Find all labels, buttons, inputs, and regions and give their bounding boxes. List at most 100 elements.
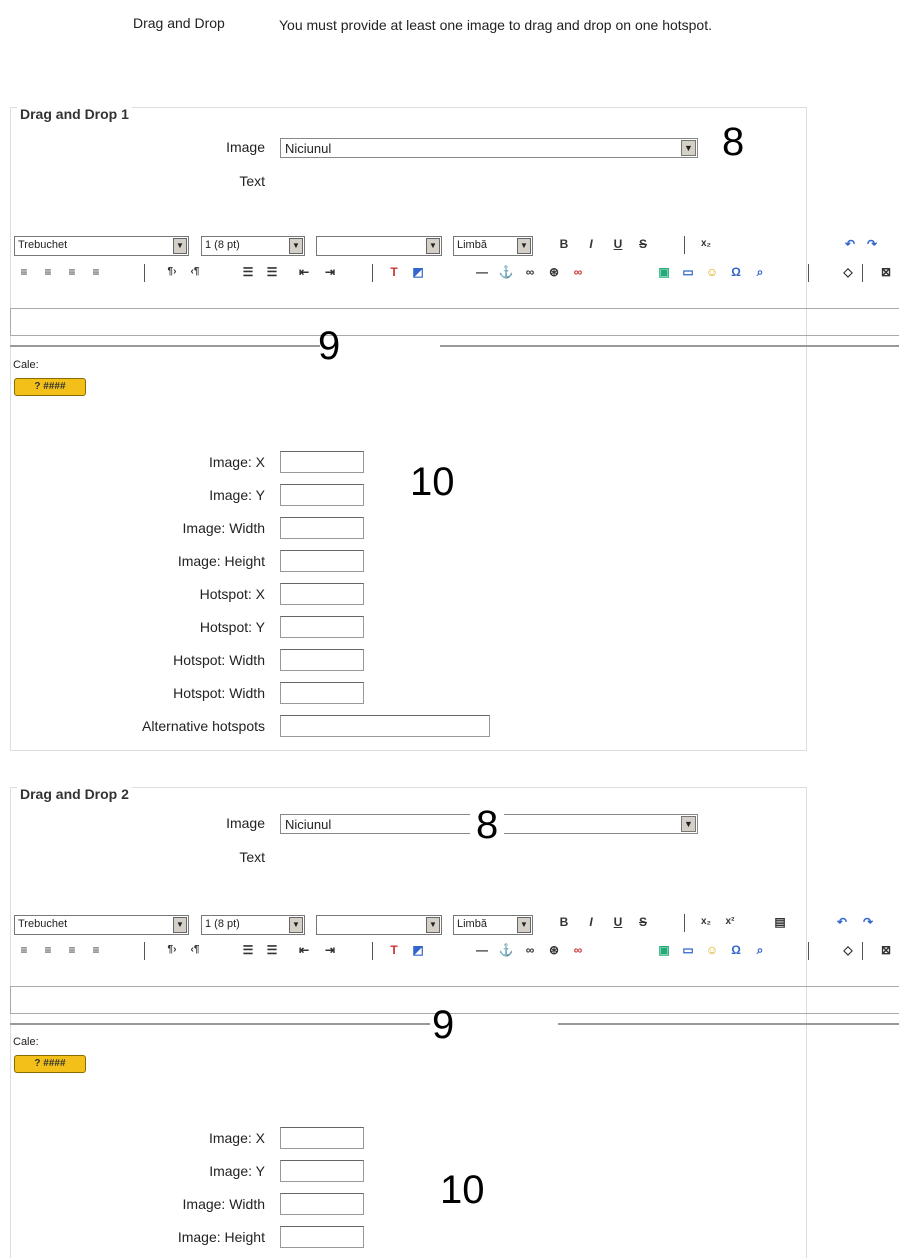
- chevron-down-icon: ▼: [517, 238, 531, 254]
- special-char-icon[interactable]: Ω: [726, 940, 746, 960]
- image-y-input[interactable]: [280, 484, 364, 506]
- justify-icon[interactable]: ≡: [86, 262, 106, 282]
- unlink-icon[interactable]: ∞: [568, 262, 588, 282]
- bold-icon[interactable]: B: [554, 912, 574, 932]
- text-color-icon[interactable]: T: [384, 262, 404, 282]
- help-badge-icon[interactable]: ? ####: [14, 378, 86, 396]
- fullscreen-icon[interactable]: ⊠: [876, 940, 896, 960]
- subscript-icon[interactable]: x₂: [696, 234, 716, 254]
- ltr-icon[interactable]: ¶›: [162, 940, 182, 960]
- horizontal-rule-icon[interactable]: —: [472, 940, 492, 960]
- alternative-hotspots-input[interactable]: [280, 715, 490, 737]
- language-select[interactable]: Limbă ▼: [453, 915, 533, 935]
- smiley-icon[interactable]: ☺: [702, 940, 722, 960]
- image-height-input[interactable]: [280, 550, 364, 572]
- bg-color-icon[interactable]: ◩: [408, 262, 428, 282]
- unlink-icon[interactable]: ∞: [568, 940, 588, 960]
- unordered-list-icon[interactable]: ☰: [262, 262, 282, 282]
- strikethrough-icon[interactable]: S: [633, 234, 653, 254]
- toolbar-separator: [144, 942, 145, 960]
- image-width-input[interactable]: [280, 1193, 364, 1215]
- anchor-icon[interactable]: ⚓: [496, 940, 516, 960]
- font-size-select[interactable]: 1 (8 pt) ▼: [201, 915, 305, 935]
- align-right-icon[interactable]: ≡: [62, 940, 82, 960]
- html-source-icon[interactable]: ◇: [838, 940, 858, 960]
- language-select[interactable]: Limbă ▼: [453, 236, 533, 256]
- special-char-icon[interactable]: Ω: [726, 262, 746, 282]
- superscript-icon[interactable]: x²: [720, 912, 740, 932]
- toolbar-separator: [808, 264, 809, 282]
- font-size-value: 1 (8 pt): [205, 239, 240, 251]
- italic-icon[interactable]: I: [581, 912, 601, 932]
- redo-icon[interactable]: ↷: [862, 234, 882, 254]
- image-y-input[interactable]: [280, 1160, 364, 1182]
- clean-word-icon[interactable]: ▤: [770, 912, 790, 932]
- chevron-down-icon: ▼: [173, 238, 187, 254]
- link-icon[interactable]: ∞: [520, 262, 540, 282]
- rtl-icon[interactable]: ‹¶: [185, 262, 205, 282]
- text-color-icon[interactable]: T: [384, 940, 404, 960]
- language-value: Limbă: [457, 239, 487, 251]
- font-size-select[interactable]: 1 (8 pt) ▼: [201, 236, 305, 256]
- image-height-input[interactable]: [280, 1226, 364, 1248]
- justify-icon[interactable]: ≡: [86, 940, 106, 960]
- bg-color-icon[interactable]: ◩: [408, 940, 428, 960]
- unordered-list-icon[interactable]: ☰: [262, 940, 282, 960]
- bold-icon[interactable]: B: [554, 234, 574, 254]
- align-center-icon[interactable]: ≡: [38, 262, 58, 282]
- font-family-select[interactable]: Trebuchet ▼: [14, 236, 189, 256]
- font-family-select[interactable]: Trebuchet ▼: [14, 915, 189, 935]
- table-icon[interactable]: ▭: [678, 262, 698, 282]
- text-editor-area[interactable]: [10, 308, 899, 336]
- horizontal-rule-icon[interactable]: —: [472, 262, 492, 282]
- nolink-icon[interactable]: ⊛: [544, 940, 564, 960]
- subscript-icon[interactable]: x₂: [696, 912, 716, 932]
- html-source-icon[interactable]: ◇: [838, 262, 858, 282]
- table-icon[interactable]: ▭: [678, 940, 698, 960]
- align-right-icon[interactable]: ≡: [62, 262, 82, 282]
- image-icon[interactable]: ▣: [654, 940, 674, 960]
- link-icon[interactable]: ∞: [520, 940, 540, 960]
- paragraph-style-select[interactable]: ▼: [316, 915, 442, 935]
- outdent-icon[interactable]: ⇤: [294, 940, 314, 960]
- text-editor-area[interactable]: [10, 986, 899, 1014]
- nolink-icon[interactable]: ⊛: [544, 262, 564, 282]
- hotspot-height-input[interactable]: [280, 682, 364, 704]
- underline-icon[interactable]: U: [608, 234, 628, 254]
- ordered-list-icon[interactable]: ☰: [238, 262, 258, 282]
- search-replace-icon[interactable]: ⌕: [750, 940, 770, 960]
- undo-icon[interactable]: ↶: [832, 912, 852, 932]
- hotspot-x-input[interactable]: [280, 583, 364, 605]
- image-width-input[interactable]: [280, 517, 364, 539]
- outdent-icon[interactable]: ⇤: [294, 262, 314, 282]
- image-label: Image: [226, 139, 265, 155]
- image-select[interactable]: Niciunul ▼: [280, 138, 698, 158]
- anchor-icon[interactable]: ⚓: [496, 262, 516, 282]
- fullscreen-icon[interactable]: ⊠: [876, 262, 896, 282]
- indent-icon[interactable]: ⇥: [320, 262, 340, 282]
- indent-icon[interactable]: ⇥: [320, 940, 340, 960]
- strikethrough-icon[interactable]: S: [633, 912, 653, 932]
- image-x-input[interactable]: [280, 1127, 364, 1149]
- search-replace-icon[interactable]: ⌕: [750, 262, 770, 282]
- redo-icon[interactable]: ↷: [858, 912, 878, 932]
- ordered-list-icon[interactable]: ☰: [238, 940, 258, 960]
- align-center-icon[interactable]: ≡: [38, 940, 58, 960]
- smiley-icon[interactable]: ☺: [702, 262, 722, 282]
- annotation-8: 8: [470, 805, 505, 845]
- italic-icon[interactable]: I: [581, 234, 601, 254]
- hotspot-y-input[interactable]: [280, 616, 364, 638]
- image-icon[interactable]: ▣: [654, 262, 674, 282]
- paragraph-style-select[interactable]: ▼: [316, 236, 442, 256]
- toolbar-separator: [372, 942, 373, 960]
- toolbar-separator: [684, 914, 685, 932]
- rtl-icon[interactable]: ‹¶: [185, 940, 205, 960]
- undo-icon[interactable]: ↶: [840, 234, 860, 254]
- hotspot-width-input[interactable]: [280, 649, 364, 671]
- underline-icon[interactable]: U: [608, 912, 628, 932]
- image-x-input[interactable]: [280, 451, 364, 473]
- help-badge-icon[interactable]: ? ####: [14, 1055, 86, 1073]
- align-left-icon[interactable]: ≡: [14, 940, 34, 960]
- ltr-icon[interactable]: ¶›: [162, 262, 182, 282]
- align-left-icon[interactable]: ≡: [14, 262, 34, 282]
